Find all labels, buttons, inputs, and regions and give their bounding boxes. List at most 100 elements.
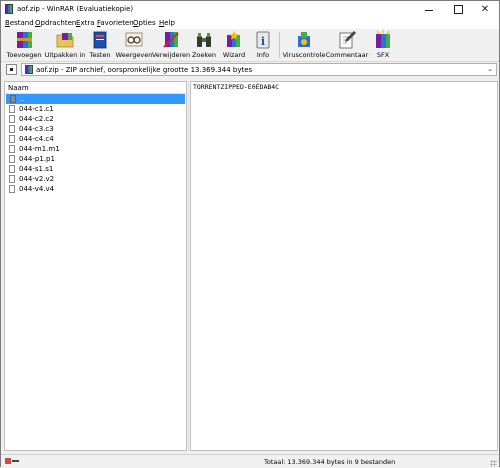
test-button[interactable]: Testen <box>87 30 113 60</box>
comment-pane[interactable]: TORRENTZIPPED-E0ÉDAB4C <box>190 81 498 451</box>
list-item[interactable]: 044-s1.s1 <box>5 164 186 174</box>
list-item[interactable]: 044-v4.v4 <box>5 184 186 194</box>
status-text: Totaal: 13.369.344 bytes in 9 bestanden <box>264 458 396 466</box>
parent-folder-icon <box>10 95 16 103</box>
wizard-icon <box>224 30 244 50</box>
minimize-icon <box>425 9 433 11</box>
zip-archive-icon <box>25 65 33 74</box>
address-bar: aof.zip - ZIP archief, oorspronkelijke g… <box>1 62 499 77</box>
key-icon <box>12 460 19 462</box>
view-label: Weergeven <box>115 51 153 59</box>
menu-help[interactable]: Help <box>159 19 175 27</box>
find-label: Zoeken <box>191 51 217 59</box>
sfx-icon <box>373 30 393 50</box>
extract-folder-icon <box>55 30 75 50</box>
wizard-label: Wizard <box>222 51 246 59</box>
delete-button[interactable]: Verwijderen <box>151 30 191 60</box>
menu-bestand[interactable]: Bestand <box>5 19 34 27</box>
test-label: Testen <box>89 51 111 59</box>
file-icon <box>9 185 15 193</box>
view-glasses-icon <box>124 30 144 50</box>
delete-label: Verwijderen <box>151 51 191 59</box>
extract-to-button[interactable]: Uitpakken in <box>44 30 86 60</box>
window-title: aof.zip - WinRAR (Evaluatiekopie) <box>17 5 134 13</box>
info-label: Info <box>256 51 270 59</box>
chevron-down-icon[interactable]: ⌄ <box>487 65 493 73</box>
list-item[interactable]: 044-m1.m1 <box>5 144 186 154</box>
file-icon <box>9 155 15 163</box>
list-item[interactable]: 044-c3.c3 <box>5 124 186 134</box>
title-bar[interactable]: aof.zip - WinRAR (Evaluatiekopie) ✕ <box>1 1 499 17</box>
status-bar: Totaal: 13.369.344 bytes in 9 bestanden <box>1 454 499 468</box>
list-item-label: 044-c4.c4 <box>19 135 54 143</box>
menu-extra[interactable]: Extra <box>76 19 95 27</box>
up-folder-button[interactable] <box>6 64 17 75</box>
file-icon <box>9 175 15 183</box>
list-item-label: 044-v2.v2 <box>19 175 55 183</box>
maximize-button[interactable] <box>444 1 472 17</box>
address-field[interactable]: aof.zip - ZIP archief, oorspronkelijke g… <box>21 63 497 76</box>
file-icon <box>9 145 15 153</box>
comment-label: Commentaar <box>325 51 369 59</box>
wizard-button[interactable]: Wizard <box>221 30 247 60</box>
list-item-label: 044-s1.s1 <box>19 165 54 173</box>
delete-icon <box>161 30 181 50</box>
info-icon: i <box>253 30 273 50</box>
column-header-label: Naam <box>8 84 29 92</box>
file-list[interactable]: Naam .. 044-c1.c1 044-c2.c2 044-c3.c3 04… <box>4 81 187 451</box>
status-icons[interactable] <box>5 458 19 464</box>
toolbar: Toevoegen Uitpakken in Testen Weergeven … <box>1 29 499 62</box>
view-button[interactable]: Weergeven <box>116 30 152 60</box>
list-item-label: 044-p1.p1 <box>19 155 55 163</box>
virus-scan-label: Viruscontrole <box>282 51 326 59</box>
close-icon: ✕ <box>480 3 490 15</box>
info-button[interactable]: i Info <box>251 30 275 60</box>
list-item-label: 044-m1.m1 <box>19 145 60 153</box>
list-item-label: 044-c3.c3 <box>19 125 54 133</box>
extract-label: Uitpakken in <box>44 51 86 59</box>
list-item-label: 044-c1.c1 <box>19 105 54 113</box>
winrar-app-icon[interactable] <box>5 4 13 14</box>
address-text: aof.zip - ZIP archief, oorspronkelijke g… <box>36 66 253 74</box>
test-book-icon <box>90 30 110 50</box>
drive-icon <box>5 458 11 464</box>
list-item[interactable]: 044-c1.c1 <box>5 104 186 114</box>
column-header-name[interactable]: Naam <box>5 82 186 94</box>
list-item-label: 044-v4.v4 <box>19 185 55 193</box>
find-binoculars-icon <box>194 30 214 50</box>
comment-button[interactable]: Commentaar <box>326 30 368 60</box>
pane-splitter[interactable] <box>188 81 189 451</box>
resize-grip-icon[interactable] <box>490 460 497 467</box>
add-button[interactable]: Toevoegen <box>7 30 41 60</box>
list-item[interactable]: 044-p1.p1 <box>5 154 186 164</box>
sfx-label: SFX <box>376 51 390 59</box>
list-item[interactable]: 044-v2.v2 <box>5 174 186 184</box>
list-item-label: .. <box>20 95 25 103</box>
file-icon <box>9 115 15 123</box>
winrar-window: aof.zip - WinRAR (Evaluatiekopie) ✕ Best… <box>0 0 500 468</box>
list-item-label: 044-c2.c2 <box>19 115 54 123</box>
list-item-parent[interactable]: .. <box>6 94 185 104</box>
menu-opdrachten[interactable]: Opdrachten <box>35 19 76 27</box>
add-label: Toevoegen <box>6 51 42 59</box>
close-button[interactable]: ✕ <box>471 1 499 17</box>
toolbar-separator <box>279 32 280 58</box>
svg-text:i: i <box>261 35 265 48</box>
file-icon <box>9 165 15 173</box>
add-archive-icon <box>14 30 34 50</box>
menu-opties[interactable]: Opties <box>133 19 156 27</box>
comment-pen-icon <box>337 30 357 50</box>
find-button[interactable]: Zoeken <box>191 30 217 60</box>
archive-comment: TORRENTZIPPED-E0ÉDAB4C <box>193 83 280 91</box>
file-icon <box>9 125 15 133</box>
list-item[interactable]: 044-c2.c2 <box>5 114 186 124</box>
virus-scan-icon <box>294 30 314 50</box>
list-item[interactable]: 044-c4.c4 <box>5 134 186 144</box>
virus-scan-button[interactable]: Viruscontrole <box>282 30 326 60</box>
maximize-icon <box>453 4 463 14</box>
menu-favorieten[interactable]: Favorieten <box>97 19 134 27</box>
sfx-button[interactable]: SFX <box>371 30 395 60</box>
minimize-button[interactable] <box>415 1 443 17</box>
file-icon <box>9 105 15 113</box>
file-icon <box>9 135 15 143</box>
